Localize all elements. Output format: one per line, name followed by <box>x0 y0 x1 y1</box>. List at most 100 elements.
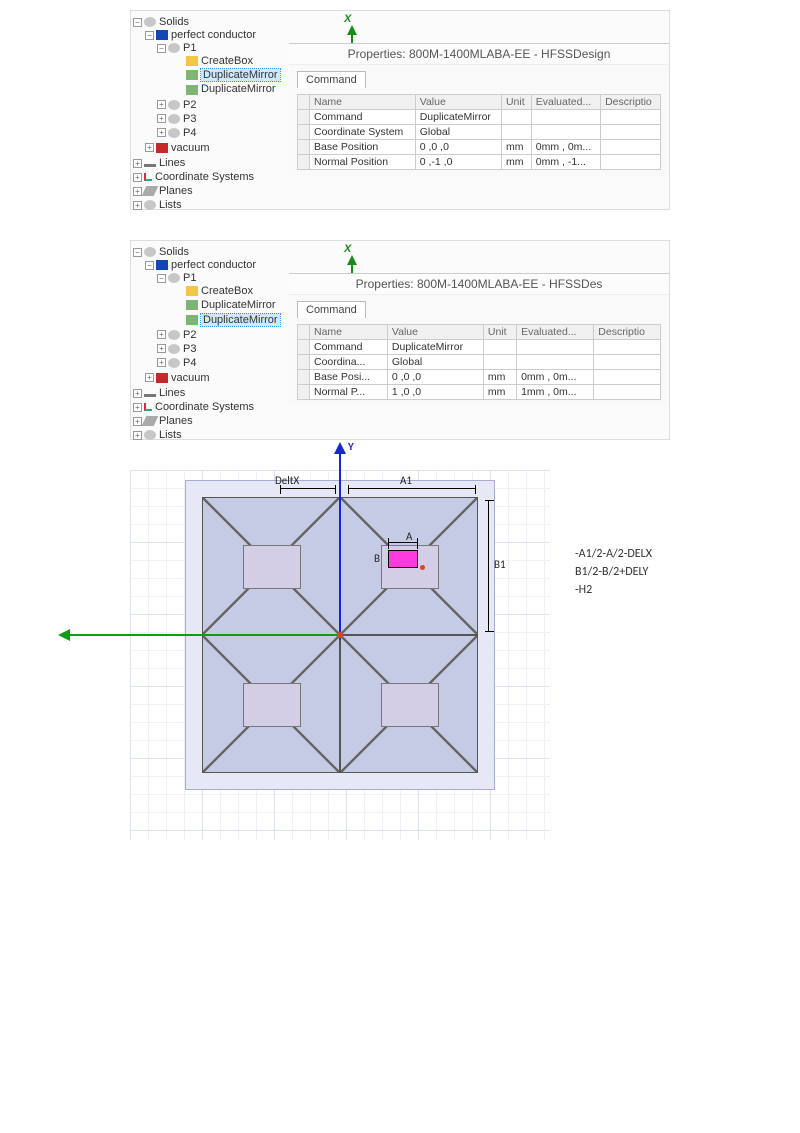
cell-name[interactable]: Base Position <box>310 140 416 155</box>
cell-name[interactable]: Normal Position <box>310 155 416 170</box>
lists-icon <box>144 200 156 210</box>
material-icon <box>156 143 168 153</box>
cell-name[interactable]: Normal P... <box>310 385 388 400</box>
tab-command[interactable]: Command <box>297 301 366 318</box>
lists-icon <box>144 430 156 440</box>
cell-name[interactable]: Base Posi... <box>310 370 388 385</box>
cell-unit[interactable] <box>501 110 531 125</box>
properties-table[interactable]: Name Value Unit Evaluated... Descriptio … <box>297 94 661 170</box>
cell-eval[interactable]: 0mm , -1... <box>531 155 600 170</box>
viewport-axis: X <box>289 241 669 271</box>
cell-eval[interactable] <box>531 125 600 140</box>
table-row[interactable]: Coordinate SystemGlobal <box>298 125 661 140</box>
cell-desc[interactable] <box>594 340 661 355</box>
label-b1: B1 <box>494 558 506 571</box>
properties-table[interactable]: Name Value Unit Evaluated... Descriptio … <box>297 324 661 400</box>
cell-eval[interactable] <box>531 110 600 125</box>
material-icon <box>156 373 168 383</box>
col-name[interactable]: Name <box>310 95 416 110</box>
col-desc[interactable]: Descriptio <box>601 95 661 110</box>
label-deltx: DeltX <box>275 474 299 487</box>
cell-eval[interactable] <box>517 340 594 355</box>
cell-value[interactable]: 0 ,-1 ,0 <box>415 155 501 170</box>
toggle-icon[interactable]: − <box>145 31 154 40</box>
cell-eval[interactable]: 0mm , 0m... <box>531 140 600 155</box>
toggle-icon[interactable]: − <box>157 44 166 53</box>
cell-eval[interactable]: 0mm , 0m... <box>517 370 594 385</box>
createbox-icon <box>186 56 198 66</box>
cell-unit[interactable]: mm <box>501 155 531 170</box>
toggle-icon[interactable]: − <box>133 18 142 27</box>
cell-value[interactable]: 0 ,0 ,0 <box>415 140 501 155</box>
origin-point <box>337 632 343 638</box>
lines-icon <box>144 164 156 167</box>
plane-icon <box>142 186 159 196</box>
cell-name[interactable]: Command <box>310 340 388 355</box>
col-value[interactable]: Value <box>415 95 501 110</box>
table-row[interactable]: Base Posi...0 ,0 ,0mm0mm , 0m... <box>298 370 661 385</box>
table-row[interactable]: Normal Position0 ,-1 ,0mm0mm , -1... <box>298 155 661 170</box>
cell-value[interactable]: 0 ,0 ,0 <box>387 370 483 385</box>
lines-icon <box>144 394 156 397</box>
properties-title: Properties: 800M-1400MLABA-EE - HFSSDesi… <box>289 44 669 65</box>
object-icon <box>168 344 180 354</box>
properties-window: Properties: 800M-1400MLABA-EE - HFSSDesi… <box>289 43 669 176</box>
cell-value[interactable]: Global <box>415 125 501 140</box>
cell-desc[interactable] <box>594 370 661 385</box>
cell-desc[interactable] <box>601 110 661 125</box>
object-icon <box>168 358 180 368</box>
model-tree[interactable]: −Solids −perfect conductor −P1 CreateBox… <box>131 11 289 209</box>
table-row[interactable]: Normal P...1 ,0 ,0mm1mm , 0m... <box>298 385 661 400</box>
model-viewport[interactable]: DeltX A1 B1 A B Y -A1/2-A/2-DELX B1/2-B/… <box>130 470 690 840</box>
cell-desc[interactable] <box>601 155 661 170</box>
toggle-icon[interactable]: + <box>133 187 142 196</box>
toggle-icon[interactable]: + <box>157 100 166 109</box>
cell-unit[interactable]: mm <box>483 370 516 385</box>
cell-desc[interactable] <box>594 385 661 400</box>
cell-desc[interactable] <box>594 355 661 370</box>
cell-value[interactable]: DuplicateMirror <box>415 110 501 125</box>
toggle-icon[interactable]: + <box>133 201 142 210</box>
object-icon <box>168 330 180 340</box>
tab-command[interactable]: Command <box>297 71 366 88</box>
cell-eval[interactable] <box>517 355 594 370</box>
cell-unit[interactable] <box>483 340 516 355</box>
toggle-icon[interactable]: + <box>133 159 142 168</box>
col-eval[interactable]: Evaluated... <box>531 95 600 110</box>
mirror-icon <box>186 315 198 325</box>
toggle-icon[interactable]: + <box>157 128 166 137</box>
axis-y-label: Y <box>348 440 354 453</box>
material-icon <box>156 260 168 270</box>
toggle-icon[interactable]: + <box>145 143 154 152</box>
tree-item-dupmirror-2[interactable]: DuplicateMirror <box>173 312 287 326</box>
cell-unit[interactable]: mm <box>483 385 516 400</box>
table-row[interactable]: CommandDuplicateMirror <box>298 340 661 355</box>
col-unit[interactable]: Unit <box>501 95 531 110</box>
cell-unit[interactable]: mm <box>501 140 531 155</box>
model-tree[interactable]: −Solids −perfect conductor −P1 CreateBox… <box>131 241 289 439</box>
cell-desc[interactable] <box>601 125 661 140</box>
toggle-icon[interactable]: + <box>133 173 142 182</box>
cell-name[interactable]: Command <box>310 110 416 125</box>
cell-value[interactable]: DuplicateMirror <box>387 340 483 355</box>
cell-value[interactable]: Global <box>387 355 483 370</box>
properties-window: Properties: 800M-1400MLABA-EE - HFSSDes … <box>289 273 669 406</box>
cell-name[interactable]: Coordina... <box>310 355 388 370</box>
tree-item-dupmirror-1[interactable]: DuplicateMirror <box>173 68 287 82</box>
table-row[interactable]: CommandDuplicateMirror <box>298 110 661 125</box>
cell-desc[interactable] <box>601 140 661 155</box>
cell-unit[interactable] <box>501 125 531 140</box>
cell-unit[interactable] <box>483 355 516 370</box>
table-row[interactable]: Coordina...Global <box>298 355 661 370</box>
formula-text: -A1/2-A/2-DELX B1/2-B/2+DELY -H2 <box>575 545 652 599</box>
cell-eval[interactable]: 1mm , 0m... <box>517 385 594 400</box>
plane-icon <box>142 416 159 426</box>
object-icon <box>168 128 180 138</box>
tree-item-dupmirror-2[interactable]: DuplicateMirror <box>173 82 287 96</box>
table-row[interactable]: Base Position0 ,0 ,0mm0mm , 0m... <box>298 140 661 155</box>
toggle-icon[interactable]: + <box>157 114 166 123</box>
cell-name[interactable]: Coordinate System <box>310 125 416 140</box>
properties-title: Properties: 800M-1400MLABA-EE - HFSSDes <box>289 274 669 295</box>
mirror-icon <box>186 70 198 80</box>
cell-value[interactable]: 1 ,0 ,0 <box>387 385 483 400</box>
